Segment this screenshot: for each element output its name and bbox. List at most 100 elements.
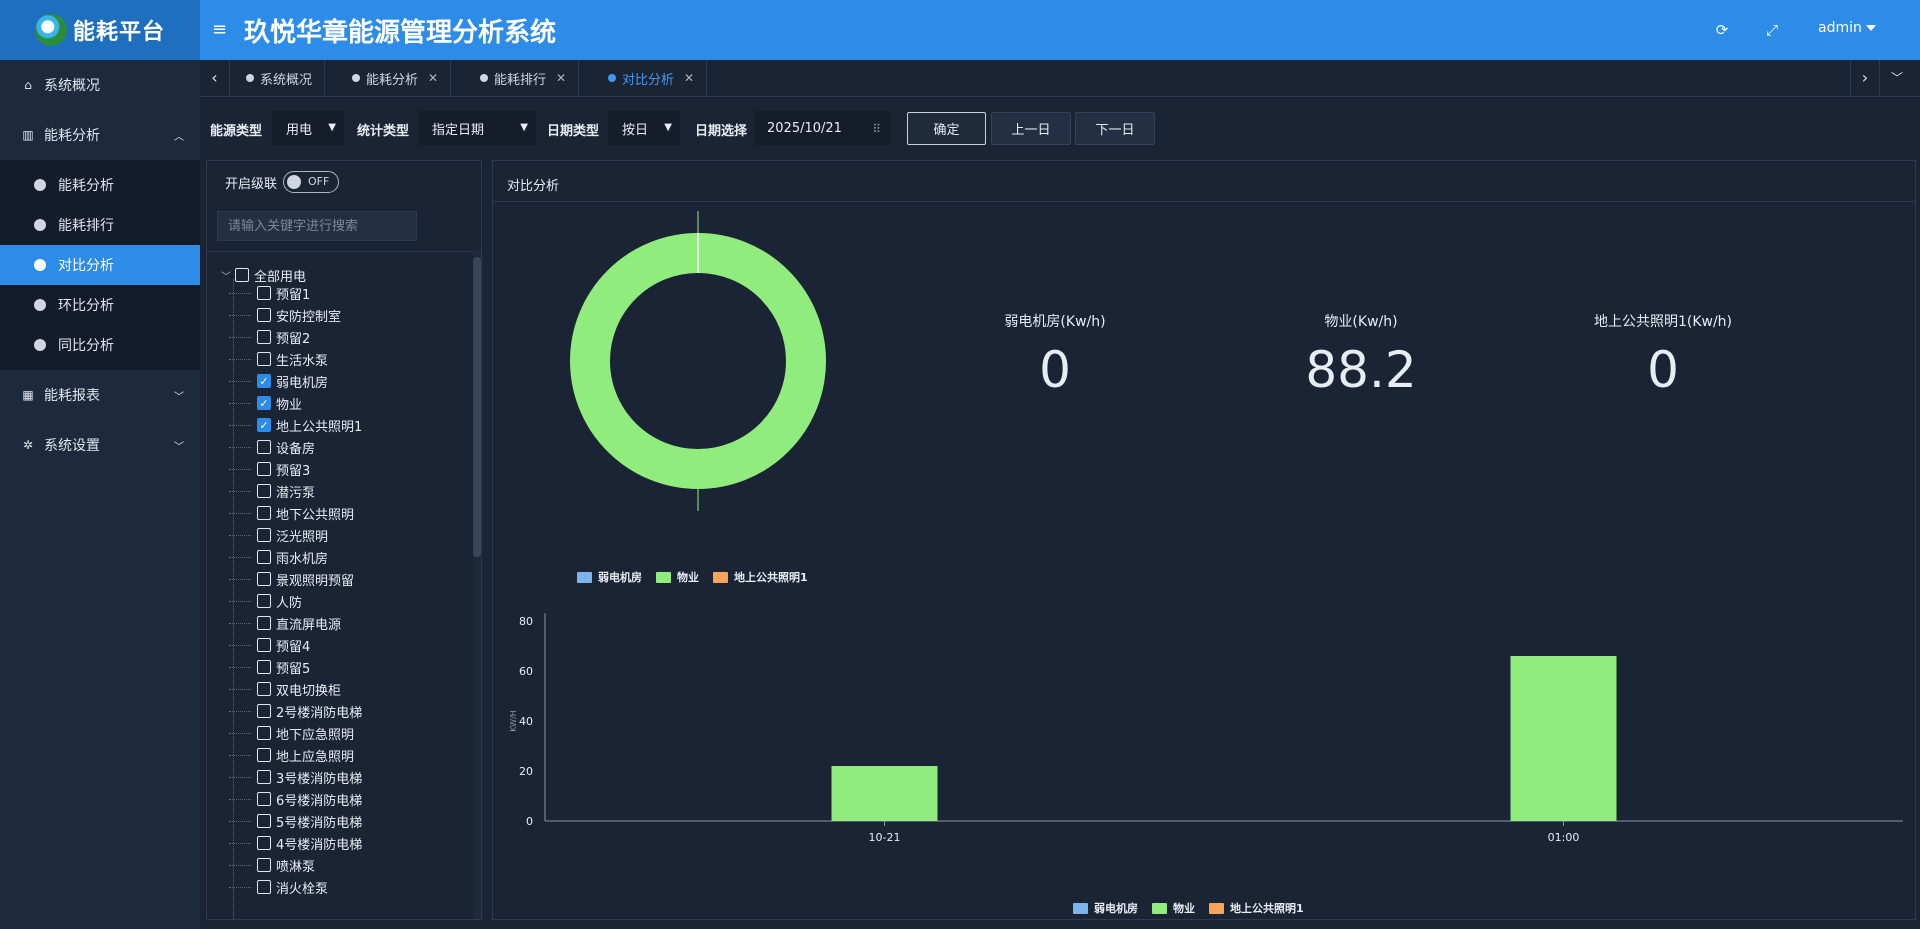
checkbox[interactable] — [257, 726, 271, 740]
refresh-icon[interactable]: ⟳ — [1710, 18, 1734, 42]
tree-node[interactable]: 双电切换柜 — [229, 679, 341, 699]
tree-node[interactable]: 消火栓泵 — [229, 877, 328, 897]
checkbox[interactable] — [257, 462, 271, 476]
tree-node[interactable]: 2号楼消防电梯 — [229, 701, 362, 721]
close-icon[interactable]: ✕ — [684, 71, 694, 85]
tabs-scroll-right-icon[interactable]: › — [1850, 60, 1880, 96]
checkbox[interactable] — [257, 748, 271, 762]
checkbox[interactable] — [257, 440, 271, 454]
tab-energy-ranking[interactable]: 能耗排行 ✕ — [464, 60, 580, 96]
checkbox[interactable] — [257, 616, 271, 630]
date-picker[interactable]: 2025/10/21 ⠿ — [755, 111, 891, 145]
sidebar-item-settings[interactable]: ✲ 系统设置 ﹀ — [0, 420, 200, 470]
tree-node[interactable]: 预留4 — [229, 635, 310, 655]
checkbox[interactable] — [235, 268, 249, 282]
tree-node[interactable]: 喷淋泵 — [229, 855, 315, 875]
legend-item[interactable]: 地上公共照明1 — [713, 569, 808, 585]
next-day-button[interactable]: 下一日 — [1075, 112, 1155, 145]
menu-toggle-icon[interactable]: ≡ — [212, 18, 228, 42]
legend-item[interactable]: 弱电机房 — [1073, 900, 1138, 916]
tree-node[interactable]: 预留3 — [229, 459, 310, 479]
tree-node[interactable]: 地上应急照明 — [229, 745, 354, 765]
submenu-item-comparison[interactable]: 对比分析 — [0, 245, 200, 285]
tree-node[interactable]: 直流屏电源 — [229, 613, 341, 633]
legend-item[interactable]: 物业 — [1152, 900, 1195, 916]
checkbox[interactable] — [257, 858, 271, 872]
tree-node[interactable]: 6号楼消防电梯 — [229, 789, 362, 809]
tree-node[interactable]: 5号楼消防电梯 — [229, 811, 362, 831]
close-icon[interactable]: ✕ — [428, 71, 438, 85]
legend-item[interactable]: 弱电机房 — [577, 569, 642, 585]
checkbox[interactable] — [257, 660, 271, 674]
checkbox[interactable] — [257, 704, 271, 718]
submenu-item-energy-ranking[interactable]: 能耗排行 — [0, 205, 200, 245]
chevron-down-icon[interactable]: ﹀ — [221, 268, 231, 283]
tree-node[interactable]: 地下公共照明 — [229, 503, 354, 523]
stat-type-select[interactable]: 指定日期 ▼ — [418, 111, 536, 145]
scrollbar-thumb[interactable] — [473, 257, 481, 557]
legend-item[interactable]: 物业 — [656, 569, 699, 585]
tab-overview[interactable]: 系统概况 — [230, 60, 326, 96]
checkbox[interactable] — [257, 352, 271, 366]
checkbox[interactable] — [257, 792, 271, 806]
submenu-item-yoy[interactable]: 同比分析 — [0, 325, 200, 365]
checkbox[interactable] — [257, 330, 271, 344]
confirm-button[interactable]: 确定 — [907, 112, 986, 145]
checkbox-checked[interactable]: ✓ — [257, 396, 271, 410]
date-type-select[interactable]: 按日 ▼ — [608, 111, 680, 145]
checkbox[interactable] — [257, 880, 271, 894]
tree-node[interactable]: ✓ 弱电机房 — [229, 371, 328, 391]
user-menu[interactable]: admin — [1818, 20, 1876, 36]
sidebar-item-energy-analysis[interactable]: ▥ 能耗分析 ︿ — [0, 110, 200, 160]
checkbox[interactable] — [257, 550, 271, 564]
tree-node[interactable]: 人防 — [229, 591, 302, 611]
tree-node[interactable]: 地下应急照明 — [229, 723, 354, 743]
tabs-menu-chevron-icon[interactable]: ﹀ — [1882, 60, 1912, 96]
tree-search-input[interactable] — [217, 211, 417, 241]
tree-node[interactable]: 泛光照明 — [229, 525, 328, 545]
checkbox[interactable] — [257, 682, 271, 696]
tab-energy-analysis[interactable]: 能耗分析 ✕ — [336, 60, 452, 96]
tree-node[interactable]: 4号楼消防电梯 — [229, 833, 362, 853]
tree-node[interactable]: ✓ 地上公共照明1 — [229, 415, 362, 435]
submenu-item-mom[interactable]: 环比分析 — [0, 285, 200, 325]
tree-node[interactable]: 景观照明预留 — [229, 569, 354, 589]
checkbox[interactable] — [257, 528, 271, 542]
checkbox[interactable] — [257, 286, 271, 300]
tree-node[interactable]: ✓ 物业 — [229, 393, 302, 413]
logo-icon — [34, 14, 67, 46]
checkbox[interactable] — [257, 836, 271, 850]
sidebar-item-overview[interactable]: ⌂ 系统概况 — [0, 60, 200, 110]
tree-node[interactable]: 安防控制室 — [229, 305, 341, 325]
checkbox-checked[interactable]: ✓ — [257, 418, 271, 432]
tree-node[interactable]: 预留5 — [229, 657, 310, 677]
checkbox-checked[interactable]: ✓ — [257, 374, 271, 388]
close-icon[interactable]: ✕ — [556, 71, 566, 85]
tree-node[interactable]: 潜污泵 — [229, 481, 315, 501]
tree-node[interactable]: 雨水机房 — [229, 547, 328, 567]
checkbox[interactable] — [257, 814, 271, 828]
tab-comparison[interactable]: 对比分析 ✕ — [592, 60, 708, 96]
energy-type-select[interactable]: 用电 ▼ — [272, 111, 344, 145]
checkbox[interactable] — [257, 770, 271, 784]
fullscreen-icon[interactable]: ⤢ — [1760, 18, 1784, 42]
tree-node[interactable]: 预留2 — [229, 327, 310, 347]
checkbox[interactable] — [257, 638, 271, 652]
tree-node[interactable]: 3号楼消防电梯 — [229, 767, 362, 787]
tree-node-label: 物业 — [276, 397, 303, 413]
legend-item[interactable]: 地上公共照明1 — [1209, 900, 1304, 916]
checkbox[interactable] — [257, 308, 271, 322]
checkbox[interactable] — [257, 506, 271, 520]
checkbox[interactable] — [257, 572, 271, 586]
checkbox[interactable] — [257, 594, 271, 608]
prev-day-button[interactable]: 上一日 — [991, 112, 1071, 145]
checkbox[interactable] — [257, 484, 271, 498]
cascade-switch[interactable]: OFF — [283, 171, 340, 193]
tabs-scroll-left-icon[interactable]: ‹ — [200, 60, 230, 96]
tree-root[interactable]: ﹀ 全部用电 — [221, 265, 306, 285]
sidebar-item-reports[interactable]: ▦ 能耗报表 ﹀ — [0, 370, 200, 420]
tree-node[interactable]: 生活水泵 — [229, 349, 328, 369]
submenu-item-energy-analysis[interactable]: 能耗分析 — [0, 165, 200, 205]
tree-node[interactable]: 设备房 — [229, 437, 315, 457]
tree-node[interactable]: 预留1 — [229, 283, 310, 303]
